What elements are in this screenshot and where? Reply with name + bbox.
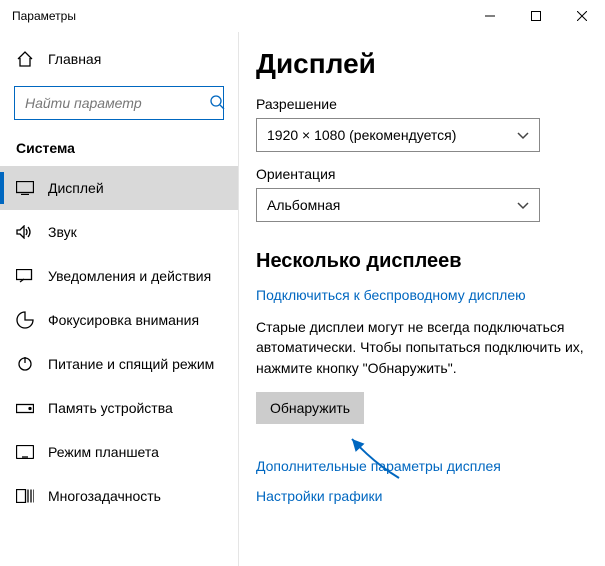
orientation-select[interactable]: Альбомная [256,188,540,222]
tablet-icon [16,443,34,461]
storage-icon [16,399,34,417]
sidebar-item-tablet[interactable]: Режим планшета [0,430,238,474]
sidebar-item-label: Звук [48,224,77,240]
home-icon [16,50,34,68]
page-title: Дисплей [256,48,585,80]
resolution-select[interactable]: 1920 × 1080 (рекомендуется) [256,118,540,152]
sidebar-item-notifications[interactable]: Уведомления и действия [0,254,238,298]
orientation-value: Альбомная [267,197,340,213]
sidebar-item-label: Режим планшета [48,444,159,460]
detect-description: Старые дисплеи могут не всегда подключат… [256,317,585,378]
resolution-value: 1920 × 1080 (рекомендуется) [267,127,456,143]
sidebar-item-multitask[interactable]: Многозадачность [0,474,238,518]
sidebar-item-power[interactable]: Питание и спящий режим [0,342,238,386]
sidebar-item-label: Уведомления и действия [48,268,211,284]
multitask-icon [16,487,34,505]
chevron-down-icon [517,127,529,143]
search-icon [209,94,225,113]
sidebar-item-focus[interactable]: Фокусировка внимания [0,298,238,342]
sidebar-home-label: Главная [48,51,101,67]
focus-icon [16,311,34,329]
orientation-label: Ориентация [256,166,585,182]
sidebar: Главная Система Дисплей Звук [0,32,238,566]
window-title: Параметры [12,9,76,23]
display-icon [16,179,34,197]
sidebar-item-label: Многозадачность [48,488,161,504]
sidebar-item-storage[interactable]: Память устройства [0,386,238,430]
sidebar-item-display[interactable]: Дисплей [0,166,238,210]
window-titlebar: Параметры [0,0,605,32]
multi-displays-heading: Несколько дисплеев [256,250,585,273]
advanced-display-link[interactable]: Дополнительные параметры дисплея [256,458,585,474]
detect-button[interactable]: Обнаружить [256,392,364,424]
chevron-down-icon [517,197,529,213]
notifications-icon [16,267,34,285]
resolution-label: Разрешение [256,96,585,112]
window-maximize-button[interactable] [513,0,559,32]
search-input[interactable] [23,94,209,112]
sidebar-section-title: Система [0,134,238,166]
window-close-button[interactable] [559,0,605,32]
sidebar-item-label: Дисплей [48,180,104,196]
sidebar-item-label: Память устройства [48,400,173,416]
graphics-settings-link[interactable]: Настройки графики [256,488,585,504]
wireless-display-link[interactable]: Подключиться к беспроводному дисплею [256,287,585,303]
sound-icon [16,223,34,241]
sidebar-home[interactable]: Главная [0,42,238,76]
power-icon [16,355,34,373]
search-box[interactable] [14,86,224,120]
sidebar-item-sound[interactable]: Звук [0,210,238,254]
sidebar-item-label: Питание и спящий режим [48,356,214,372]
sidebar-item-label: Фокусировка внимания [48,312,199,328]
window-minimize-button[interactable] [467,0,513,32]
content-pane: Дисплей Разрешение 1920 × 1080 (рекоменд… [238,32,605,566]
